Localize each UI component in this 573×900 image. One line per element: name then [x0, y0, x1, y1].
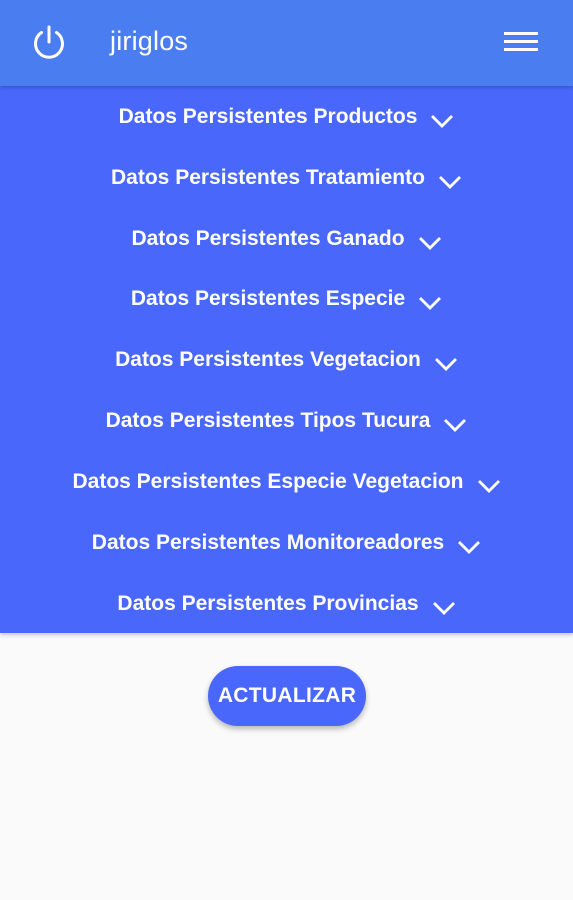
section-tipos-tucura[interactable]: Datos Persistentes Tipos Tucura — [0, 391, 573, 451]
section-especie[interactable]: Datos Persistentes Especie — [0, 269, 573, 329]
update-button[interactable]: ACTUALIZAR — [208, 666, 366, 726]
app-title: jiriglos — [110, 26, 189, 56]
chevron-down-icon — [432, 597, 456, 615]
chevron-down-icon — [434, 353, 458, 371]
persistent-data-panel: Datos Persistentes Productos Datos Persi… — [0, 86, 573, 633]
section-monitoreadores[interactable]: Datos Persistentes Monitoreadores — [0, 513, 573, 573]
section-label: Datos Persistentes Productos — [118, 105, 418, 128]
section-vegetacion[interactable]: Datos Persistentes Vegetacion — [0, 330, 573, 390]
chevron-down-icon — [477, 475, 501, 493]
section-label: Datos Persistentes Especie Vegetacion — [72, 470, 464, 493]
section-provincias[interactable]: Datos Persistentes Provincias — [0, 574, 573, 634]
section-label: Datos Persistentes Tratamiento — [111, 166, 425, 189]
chevron-down-icon — [443, 414, 467, 432]
chevron-down-icon — [457, 536, 481, 554]
section-label: Datos Persistentes Especie — [130, 287, 406, 310]
chevron-down-icon — [418, 232, 442, 250]
chevron-down-icon — [418, 292, 442, 310]
power-icon[interactable] — [29, 23, 69, 63]
section-especie-vegetacion[interactable]: Datos Persistentes Especie Vegetacion — [0, 452, 573, 512]
chevron-down-icon — [438, 171, 462, 189]
section-label: Datos Persistentes Provincias — [117, 592, 419, 615]
section-ganado[interactable]: Datos Persistentes Ganado — [0, 209, 573, 269]
section-productos[interactable]: Datos Persistentes Productos — [0, 87, 573, 147]
app-bar: jiriglos — [0, 0, 573, 86]
section-label: Datos Persistentes Vegetacion — [115, 348, 421, 371]
chevron-down-icon — [430, 110, 454, 128]
section-label: Datos Persistentes Tipos Tucura — [105, 409, 431, 432]
section-label: Datos Persistentes Ganado — [131, 227, 405, 250]
hamburger-menu-icon[interactable] — [503, 28, 539, 56]
section-tratamiento[interactable]: Datos Persistentes Tratamiento — [0, 148, 573, 208]
section-label: Datos Persistentes Monitoreadores — [91, 531, 445, 554]
